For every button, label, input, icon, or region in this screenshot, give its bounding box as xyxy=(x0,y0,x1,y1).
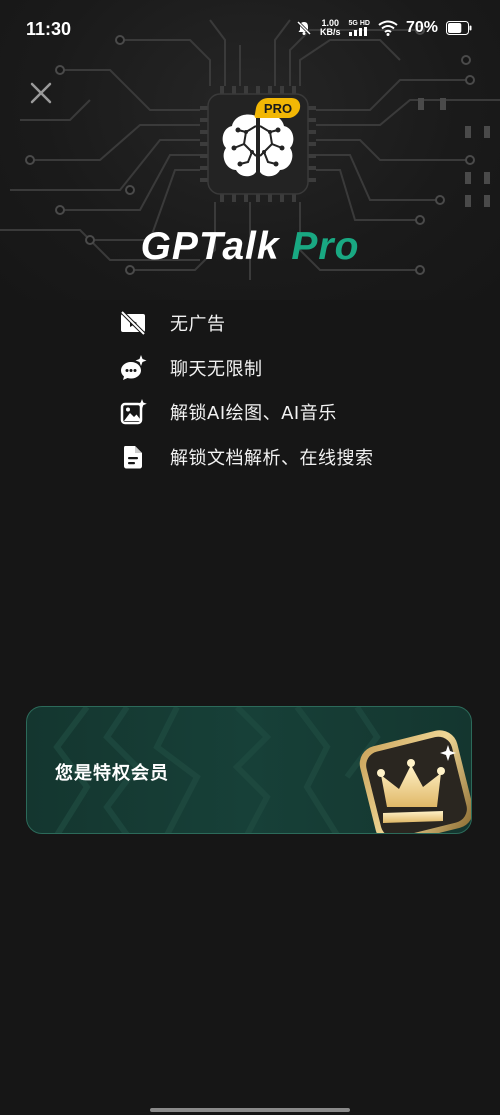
pro-badge-text: PRO xyxy=(263,100,293,116)
image-sparkle-icon xyxy=(118,397,148,427)
mute-icon xyxy=(296,20,312,36)
close-icon xyxy=(30,82,52,104)
crown-badge-icon xyxy=(353,725,471,833)
feature-label: 解锁文档解析、在线搜索 xyxy=(170,447,374,469)
app-name: GPTalk Pro xyxy=(0,225,500,269)
feature-label: 聊天无限制 xyxy=(170,358,263,380)
member-status-card[interactable]: 您是特权会员 xyxy=(26,706,472,834)
feature-item-unlimited-chat: 聊天无限制 xyxy=(118,353,374,383)
feature-label: 解锁AI绘图、AI音乐 xyxy=(170,403,337,424)
network-type: 5G xyxy=(348,20,358,27)
member-status-label: 您是特权会员 xyxy=(55,763,169,784)
feature-item-doc-search: 解锁文档解析、在线搜索 xyxy=(118,442,374,472)
app-name-accent: Pro xyxy=(291,225,360,268)
status-bar: 11:30 1.00 KB/s 5G HD 70% xyxy=(0,0,500,60)
app-logo: PRO xyxy=(200,86,316,202)
signal-icon xyxy=(348,27,367,36)
status-time: 11:30 xyxy=(26,19,72,39)
feature-item-no-ads: 无广告 xyxy=(118,308,374,338)
feature-item-ai-drawing: 解锁AI绘图、AI音乐 xyxy=(118,397,374,427)
network-hd: HD xyxy=(359,20,370,27)
wifi-icon xyxy=(378,20,398,36)
no-ads-icon xyxy=(118,308,148,338)
network-speed: 1.00 KB/s xyxy=(320,19,341,37)
home-indicator[interactable] xyxy=(150,1108,350,1112)
document-icon xyxy=(118,442,148,472)
feature-label: 无广告 xyxy=(170,314,226,335)
battery-percent: 70% xyxy=(405,19,438,36)
app-name-main: GPTalk xyxy=(140,225,292,268)
battery-icon xyxy=(446,21,472,35)
pro-badge: PRO xyxy=(254,98,302,118)
feature-list: 无广告 聊天无限制 解锁AI绘图、AI音乐 解锁文档解析、在线搜索 xyxy=(118,308,374,486)
chat-sparkle-icon xyxy=(118,353,148,383)
close-button[interactable] xyxy=(28,80,54,106)
network-speed-unit: KB/s xyxy=(319,27,341,37)
status-icons: 1.00 KB/s 5G HD 70% xyxy=(296,19,472,37)
cellular-indicator: 5G HD xyxy=(348,20,370,36)
